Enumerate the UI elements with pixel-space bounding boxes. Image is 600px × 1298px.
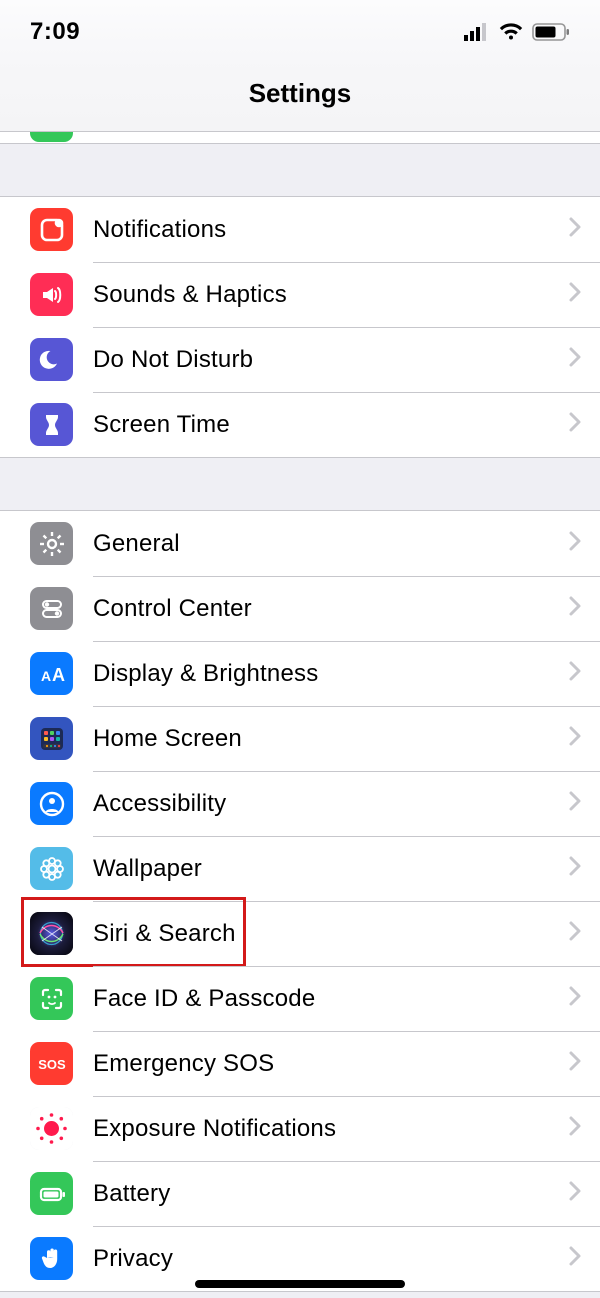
row-label: Home Screen bbox=[93, 725, 568, 753]
row-wallpaper[interactable]: Wallpaper bbox=[0, 836, 600, 901]
row-homescreen[interactable]: Home Screen bbox=[0, 706, 600, 771]
row-label: Screen Time bbox=[93, 411, 568, 439]
section-gap bbox=[0, 458, 600, 510]
moon-icon bbox=[30, 338, 73, 381]
row-label: Emergency SOS bbox=[93, 1050, 568, 1078]
row-exposure[interactable]: Exposure Notifications bbox=[0, 1096, 600, 1161]
row-accessibility[interactable]: Accessibility bbox=[0, 771, 600, 836]
row-label: Display & Brightness bbox=[93, 660, 568, 688]
chevron-right-icon bbox=[568, 855, 582, 882]
chevron-right-icon bbox=[568, 1115, 582, 1142]
row-siri[interactable]: Siri & Search bbox=[0, 901, 600, 966]
hourglass-icon bbox=[30, 403, 73, 446]
row-label: Do Not Disturb bbox=[93, 346, 568, 374]
row-label: Wallpaper bbox=[93, 855, 568, 883]
person-circle-icon bbox=[30, 782, 73, 825]
row-label: General bbox=[93, 530, 568, 558]
row-faceid[interactable]: Face ID & Passcode bbox=[0, 966, 600, 1031]
switches-icon bbox=[30, 587, 73, 630]
row-display[interactable]: AA Display & Brightness bbox=[0, 641, 600, 706]
battery-icon bbox=[30, 1172, 73, 1215]
chevron-right-icon bbox=[568, 725, 582, 752]
row-label: Exposure Notifications bbox=[93, 1115, 568, 1143]
row-battery[interactable]: Battery bbox=[0, 1161, 600, 1226]
chevron-right-icon bbox=[568, 1245, 582, 1272]
row-general[interactable]: General bbox=[0, 511, 600, 576]
svg-text:A: A bbox=[52, 665, 65, 685]
row-label: Privacy bbox=[93, 1245, 568, 1273]
settings-list[interactable]: Notifications Sounds & Haptics Do Not Dist… bbox=[0, 196, 600, 1292]
chevron-right-icon bbox=[568, 1050, 582, 1077]
hand-icon bbox=[30, 1237, 73, 1280]
status-icons bbox=[464, 23, 570, 41]
chevron-right-icon bbox=[568, 790, 582, 817]
chevron-right-icon bbox=[568, 595, 582, 622]
settings-screen: 7:09 Settings Notifications Sounds & Hapt… bbox=[0, 0, 600, 1298]
sounds-icon bbox=[30, 273, 73, 316]
peek-icon bbox=[30, 132, 73, 142]
cellular-icon bbox=[464, 23, 490, 41]
row-label: Face ID & Passcode bbox=[93, 985, 568, 1013]
flower-icon bbox=[30, 847, 73, 890]
row-label: Control Center bbox=[93, 595, 568, 623]
section-gap bbox=[0, 144, 600, 196]
row-label: Battery bbox=[93, 1180, 568, 1208]
home-indicator[interactable] bbox=[195, 1280, 405, 1288]
sos-icon: SOS bbox=[30, 1042, 73, 1085]
row-sos[interactable]: SOS Emergency SOS bbox=[0, 1031, 600, 1096]
grid-icon bbox=[30, 717, 73, 760]
chevron-right-icon bbox=[568, 530, 582, 557]
chevron-right-icon bbox=[568, 411, 582, 438]
wifi-icon bbox=[498, 23, 524, 41]
svg-text:A: A bbox=[41, 668, 51, 684]
row-label: Sounds & Haptics bbox=[93, 281, 568, 309]
row-label: Siri & Search bbox=[93, 920, 568, 948]
chevron-right-icon bbox=[568, 985, 582, 1012]
gear-icon bbox=[30, 522, 73, 565]
row-screentime[interactable]: Screen Time bbox=[0, 392, 600, 457]
row-sounds[interactable]: Sounds & Haptics bbox=[0, 262, 600, 327]
row-dnd[interactable]: Do Not Disturb bbox=[0, 327, 600, 392]
chevron-right-icon bbox=[568, 1180, 582, 1207]
siri-icon bbox=[30, 912, 73, 955]
battery-icon bbox=[532, 23, 570, 41]
face-icon bbox=[30, 977, 73, 1020]
status-time: 7:09 bbox=[30, 18, 80, 46]
nav-bar: Settings bbox=[0, 56, 600, 132]
page-title: Settings bbox=[249, 78, 352, 109]
status-bar: 7:09 bbox=[0, 0, 600, 56]
chevron-right-icon bbox=[568, 920, 582, 947]
chevron-right-icon bbox=[568, 216, 582, 243]
chevron-right-icon bbox=[568, 346, 582, 373]
row-controlcenter[interactable]: Control Center bbox=[0, 576, 600, 641]
settings-group: General Control Center AA Display & Brightn… bbox=[0, 510, 600, 1292]
settings-group: Notifications Sounds & Haptics Do Not Dist… bbox=[0, 196, 600, 458]
chevron-right-icon bbox=[568, 660, 582, 687]
aa-icon: AA bbox=[30, 652, 73, 695]
row-label: Accessibility bbox=[93, 790, 568, 818]
row-notifications[interactable]: Notifications bbox=[0, 197, 600, 262]
svg-text:SOS: SOS bbox=[38, 1057, 66, 1072]
notifications-icon bbox=[30, 208, 73, 251]
partial-row-peek bbox=[0, 132, 600, 144]
exposure-icon bbox=[30, 1107, 73, 1150]
row-label: Notifications bbox=[93, 216, 568, 244]
chevron-right-icon bbox=[568, 281, 582, 308]
